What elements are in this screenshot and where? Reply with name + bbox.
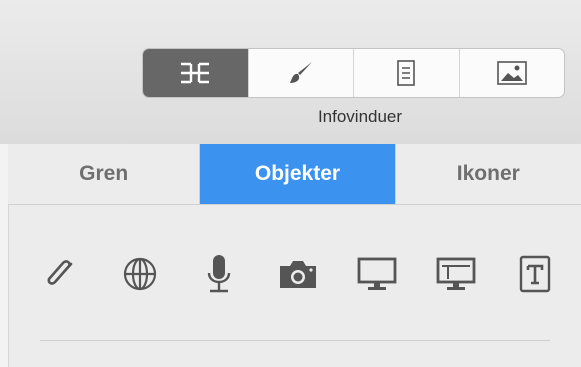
tab-ikoner[interactable]: Ikoner — [394, 144, 581, 204]
presentation-button[interactable] — [433, 251, 479, 297]
outline-structure-icon — [181, 62, 210, 84]
object-icons-row — [38, 248, 558, 300]
screen-button[interactable] — [354, 251, 400, 297]
inspector-tabs: Gren Objekter Ikoner — [8, 144, 581, 205]
globe-icon — [123, 257, 157, 291]
presentation-icon — [436, 257, 476, 290]
tab-objekter[interactable]: Objekter — [199, 144, 395, 204]
text-box-icon — [519, 255, 551, 293]
monitor-icon — [357, 257, 397, 290]
inspector-label: Infovinduer — [317, 107, 403, 126]
style-segment-button[interactable] — [247, 49, 354, 97]
camera-icon — [280, 261, 316, 288]
inspector-toolbar: Infovinduer — [0, 0, 581, 145]
image-segment-button[interactable] — [458, 49, 565, 97]
attachment-button[interactable] — [38, 251, 84, 297]
paintbrush-icon — [289, 62, 312, 83]
document-icon — [397, 60, 416, 86]
outline-segment-button[interactable] — [143, 49, 248, 97]
document-segment-button[interactable] — [353, 49, 459, 97]
image-icon — [496, 61, 527, 85]
microphone-icon — [207, 255, 231, 293]
paperclip-icon — [47, 260, 73, 285]
text-box-button[interactable] — [512, 251, 558, 297]
tab-gren[interactable]: Gren — [8, 144, 199, 204]
section-divider — [40, 340, 550, 341]
link-button[interactable] — [117, 251, 163, 297]
camera-button[interactable] — [275, 251, 321, 297]
inspector-segmented-control — [142, 48, 565, 98]
audio-button[interactable] — [196, 251, 242, 297]
